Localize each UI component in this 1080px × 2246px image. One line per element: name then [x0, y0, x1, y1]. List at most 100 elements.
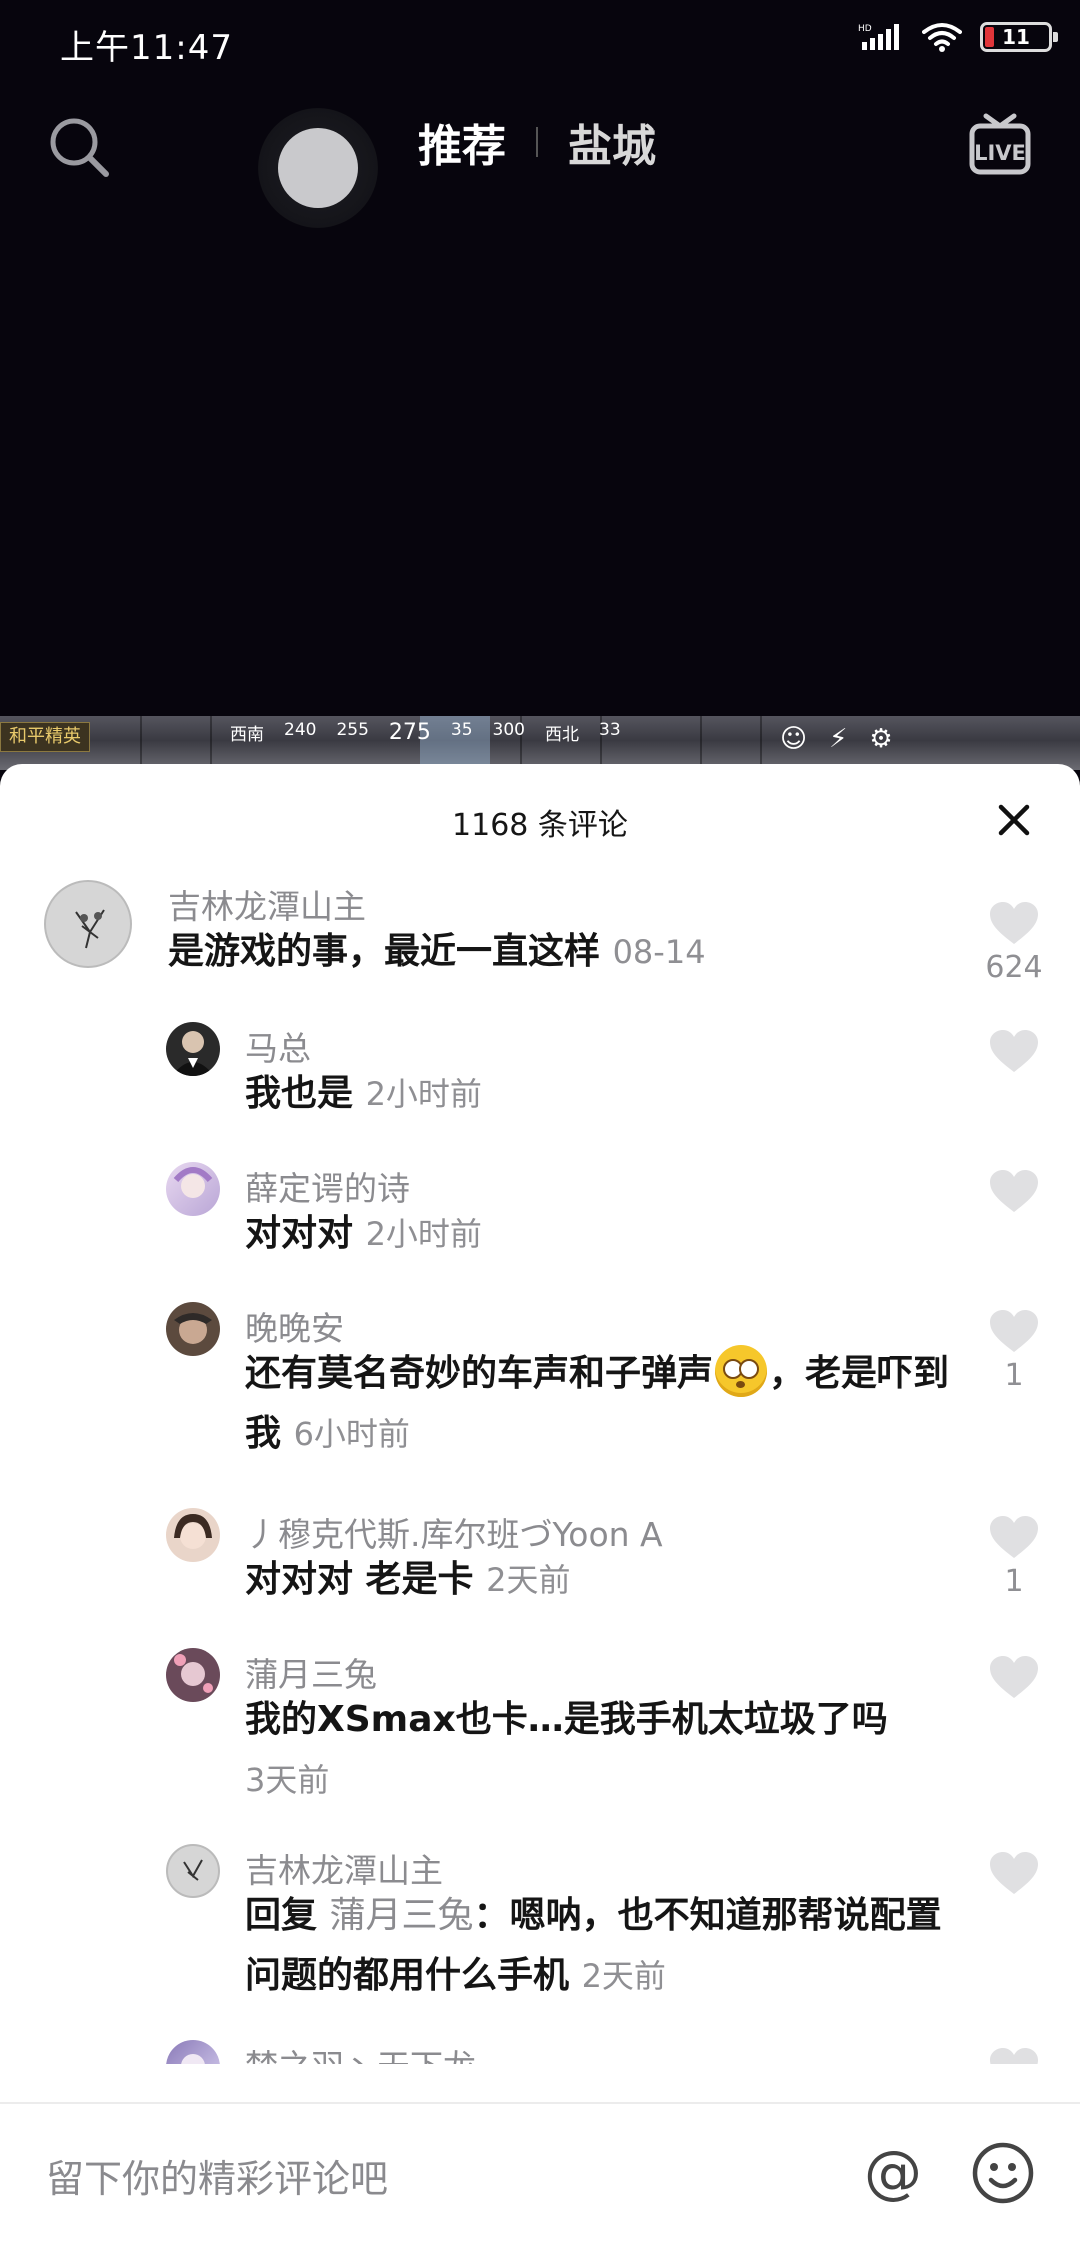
comment-time: 08-14: [612, 933, 706, 971]
battery-icon: 11: [980, 22, 1058, 52]
signal-icon: HD: [858, 24, 899, 50]
compass-label: 255: [336, 720, 369, 740]
like-count: 1: [1004, 1564, 1024, 1599]
tab-local[interactable]: 盐城: [568, 110, 656, 174]
comment-time: 2天前: [486, 1561, 571, 1599]
chat-icon: ☺: [780, 724, 808, 754]
avatar[interactable]: [166, 1162, 220, 1216]
heart-icon: [990, 1852, 1038, 1894]
comment-time: 6小时前: [293, 1415, 410, 1453]
comment-text: 回复 蒲月三兔：嗯呐，也不知道那帮说配置问题的都用什么手机 2天前: [245, 1886, 975, 2006]
comment-content: 还有莫名奇妙的车声和子弹声: [245, 1353, 714, 1394]
heart-icon: [990, 1310, 1038, 1352]
like-button[interactable]: [984, 2046, 1044, 2064]
comment-content: 我的XSmax也卡…是我手机太垃圾了吗: [245, 1699, 888, 1740]
like-button[interactable]: [984, 1168, 1044, 1214]
comment-author[interactable]: 蒲月三兔: [245, 1648, 377, 1696]
reply-item: 梦之羽丶天下龙: [0, 2040, 1080, 2064]
status-bar: 上午11:47 HD 11: [0, 0, 1080, 84]
compass-label: 240: [284, 720, 317, 740]
run-icon: ⚡: [829, 724, 848, 754]
comment-author[interactable]: 薛定谔的诗: [245, 1162, 410, 1210]
reply-prefix: 回复: [245, 1895, 330, 1936]
emoji-icon[interactable]: [970, 2140, 1036, 2206]
comment-content: 是游戏的事，最近一直这样: [168, 931, 601, 972]
status-time: 上午11:47: [60, 28, 233, 68]
like-button[interactable]: [984, 1654, 1044, 1700]
compass-label: 西北: [545, 725, 579, 745]
comment-time: 3天前: [245, 1761, 330, 1799]
heart-icon: [990, 1516, 1038, 1558]
comment-text: 我的XSmax也卡…是我手机太垃圾了吗 3天前: [245, 1690, 965, 1810]
comment-author[interactable]: 晚晚安: [245, 1302, 344, 1350]
like-button[interactable]: [984, 1850, 1044, 1896]
comment-author[interactable]: 马总: [245, 1022, 311, 1070]
compass-label: 33: [599, 720, 621, 740]
comment-content: 我也是: [245, 1073, 354, 1114]
comment-author[interactable]: 丿穆克代斯.库尔班づYoon A: [245, 1508, 663, 1556]
avatar[interactable]: [166, 1302, 220, 1356]
reply-item: 丿穆克代斯.库尔班づYoon A 对对对 老是卡 2天前 1: [0, 1508, 1080, 1618]
search-icon[interactable]: [46, 114, 112, 180]
live-icon[interactable]: LIVE: [968, 112, 1032, 178]
comment-input-bar: 留下你的精彩评论吧 @: [0, 2102, 1080, 2246]
tab-recommend[interactable]: 推荐: [418, 110, 506, 174]
heart-icon: [990, 1656, 1038, 1698]
heart-icon: [990, 2048, 1038, 2064]
like-count: 624: [985, 950, 1043, 985]
comment-item: 吉林龙潭山主 是游戏的事，最近一直这样 08-14 624: [0, 880, 1080, 1000]
comment-time: 2小时前: [365, 1215, 482, 1253]
heart-icon: [990, 902, 1038, 944]
comment-text: 对对对 老是卡 2天前: [245, 1550, 1045, 1610]
settings-icon: ⚙: [869, 724, 893, 754]
comment-text: 我也是 2小时前: [245, 1064, 1045, 1124]
battery-level: 11: [1002, 25, 1030, 49]
game-hud-icons: ☺ ⚡ ⚙: [780, 724, 893, 754]
record-dot: [278, 128, 358, 208]
avatar[interactable]: [166, 2040, 220, 2064]
compass-label: 275: [388, 720, 431, 745]
live-label: LIVE: [974, 141, 1026, 165]
reply-target-user[interactable]: 蒲月三兔: [330, 1895, 474, 1936]
comments-sheet: 1168 条评论 吉林龙潭山主 是游戏的事，最近一直这样 08-14 624 马…: [0, 764, 1080, 2244]
comment-text: 还有莫名奇妙的车声和子弹声 ，老是吓到我 6小时前: [245, 1344, 965, 1464]
dizzy-emoji-icon: [715, 1345, 768, 1397]
like-button[interactable]: [984, 1028, 1044, 1074]
comment-text: 是游戏的事，最近一直这样 08-14: [168, 922, 968, 982]
network-label: HD: [858, 24, 872, 34]
reply-item: 蒲月三兔 我的XSmax也卡…是我手机太垃圾了吗 3天前: [0, 1648, 1080, 1818]
comments-list[interactable]: 吉林龙潭山主 是游戏的事，最近一直这样 08-14 624 马总 我也是 2小时…: [0, 864, 1080, 2064]
like-button[interactable]: 624: [984, 900, 1044, 985]
avatar[interactable]: [166, 1508, 220, 1562]
close-icon[interactable]: [996, 802, 1032, 838]
comments-count-title: 1168 条评论: [452, 808, 628, 843]
compass-label: 西南: [230, 725, 264, 745]
like-button[interactable]: 1: [984, 1308, 1044, 1393]
reply-item: 马总 我也是 2小时前: [0, 1022, 1080, 1132]
avatar[interactable]: [166, 1022, 220, 1076]
comment-author[interactable]: 吉林龙潭山主: [168, 880, 366, 928]
avatar[interactable]: [44, 880, 132, 968]
compass-label: 300: [492, 720, 525, 740]
at-mention-icon[interactable]: @: [860, 2140, 926, 2206]
comment-content: 对对对: [245, 1213, 354, 1254]
game-compass: 西南 240 255 275 35 300 西北 33: [230, 720, 621, 745]
at-symbol: @: [864, 2140, 922, 2206]
game-badge: 和平精英: [0, 722, 90, 752]
comment-text: 对对对 2小时前: [245, 1204, 1045, 1264]
comment-author[interactable]: 梦之羽丶天下龙: [245, 2040, 476, 2064]
heart-icon: [990, 1170, 1038, 1212]
video-frame[interactable]: 和平精英 西南 240 255 275 35 300 西北 33 ☺ ⚡ ⚙: [0, 716, 1080, 770]
comments-header: 1168 条评论: [0, 764, 1080, 874]
avatar[interactable]: [166, 1648, 220, 1702]
feed-tabs: 推荐 盐城: [418, 110, 656, 174]
comment-input[interactable]: 留下你的精彩评论吧: [46, 2148, 388, 2203]
like-button[interactable]: 1: [984, 1514, 1044, 1599]
heart-icon: [990, 1030, 1038, 1072]
avatar[interactable]: [166, 1844, 220, 1898]
comment-content: 对对对 老是卡: [245, 1559, 474, 1600]
comment-author[interactable]: 吉林龙潭山主: [245, 1844, 443, 1892]
comment-time: 2小时前: [365, 1075, 482, 1113]
tab-divider: [536, 127, 538, 157]
avatar-sketch-icon: [75, 909, 105, 949]
